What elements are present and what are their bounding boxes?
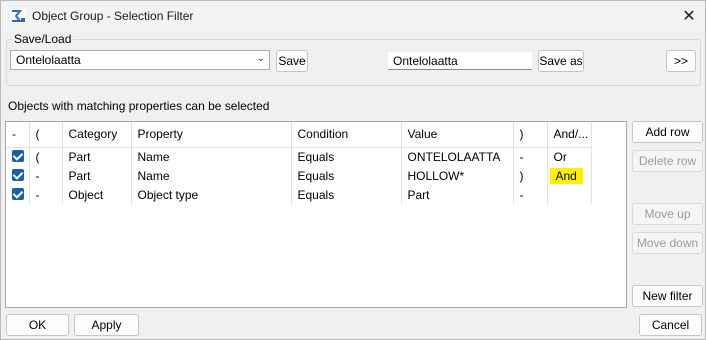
filter-table: - ( Category Property Condition Value ) … — [6, 122, 592, 204]
delete-row-button[interactable]: Delete row — [632, 150, 703, 172]
move-down-button[interactable]: Move down — [632, 232, 703, 254]
cell-condition[interactable]: Equals — [291, 166, 402, 185]
cancel-button[interactable]: Cancel — [639, 314, 702, 336]
cell-value[interactable]: Part — [401, 185, 514, 204]
col-header-category[interactable]: Category — [62, 122, 132, 148]
title-bar: Object Group - Selection Filter ✕ — [1, 1, 705, 31]
cell-condition[interactable]: Equals — [291, 147, 402, 166]
cell-close-paren[interactable]: - — [513, 185, 548, 204]
row-checkbox[interactable] — [12, 169, 24, 181]
expand-button[interactable]: >> — [666, 50, 696, 72]
move-up-button[interactable]: Move up — [632, 203, 703, 225]
table-row[interactable]: - Part Name Equals HOLLOW* ) And — [6, 166, 592, 185]
col-header-condition[interactable]: Condition — [291, 122, 402, 148]
col-header-property[interactable]: Property — [131, 122, 292, 148]
window-title: Object Group - Selection Filter — [32, 9, 194, 23]
col-header-check[interactable]: - — [6, 122, 30, 148]
table-header: - ( Category Property Condition Value ) … — [6, 122, 592, 148]
table-row[interactable]: - Object Object type Equals Part - — [6, 185, 592, 204]
settings-combo-value: Ontelolaatta — [16, 53, 81, 67]
col-header-open-paren[interactable]: ( — [29, 122, 63, 148]
and-or-highlight: And — [549, 167, 583, 184]
save-as-button[interactable]: Save as — [538, 50, 584, 72]
cell-property[interactable]: Name — [131, 147, 292, 166]
dialog-window: Object Group - Selection Filter ✕ Save/L… — [0, 0, 706, 340]
chevron-down-icon: ⌄ — [256, 53, 265, 64]
cell-category[interactable]: Part — [62, 147, 132, 166]
app-icon — [10, 9, 26, 23]
cell-property[interactable]: Object type — [131, 185, 292, 204]
col-header-and-or[interactable]: And/... — [547, 122, 592, 148]
cell-category[interactable]: Object — [62, 185, 132, 204]
new-filter-button[interactable]: New filter — [632, 285, 703, 307]
col-header-value[interactable]: Value — [401, 122, 514, 148]
row-checkbox[interactable] — [12, 150, 24, 163]
cell-open-paren[interactable]: - — [29, 166, 63, 185]
cell-and-or[interactable]: And — [547, 166, 592, 185]
cell-condition[interactable]: Equals — [291, 185, 402, 204]
cell-property[interactable]: Name — [131, 166, 292, 185]
cell-category[interactable]: Part — [62, 166, 132, 185]
add-row-button[interactable]: Add row — [632, 121, 703, 143]
save-button[interactable]: Save — [276, 50, 308, 72]
ok-button[interactable]: OK — [6, 314, 69, 336]
apply-button[interactable]: Apply — [74, 314, 139, 336]
cell-value[interactable]: ONTELOLAATTA — [401, 147, 514, 166]
cell-and-or[interactable] — [547, 185, 592, 204]
save-load-label: Save/Load — [12, 32, 74, 46]
cell-and-or[interactable]: Or — [547, 147, 592, 166]
cell-open-paren[interactable]: ( — [29, 147, 63, 166]
hint-text: Objects with matching properties can be … — [8, 99, 270, 113]
close-icon[interactable]: ✕ — [677, 4, 701, 28]
cell-close-paren[interactable]: ) — [513, 166, 548, 185]
col-header-close-paren[interactable]: ) — [513, 122, 548, 148]
cell-value[interactable]: HOLLOW* — [401, 166, 514, 185]
settings-combo[interactable]: Ontelolaatta ⌄ — [10, 50, 270, 70]
row-checkbox[interactable] — [12, 188, 24, 200]
cell-open-paren[interactable]: - — [29, 185, 63, 204]
cell-close-paren[interactable]: - — [513, 147, 548, 166]
table-row[interactable]: ( Part Name Equals ONTELOLAATTA - Or — [6, 147, 592, 166]
filter-grid[interactable]: - ( Category Property Condition Value ) … — [5, 121, 627, 308]
save-as-name-input[interactable]: Ontelolaatta — [388, 52, 532, 70]
